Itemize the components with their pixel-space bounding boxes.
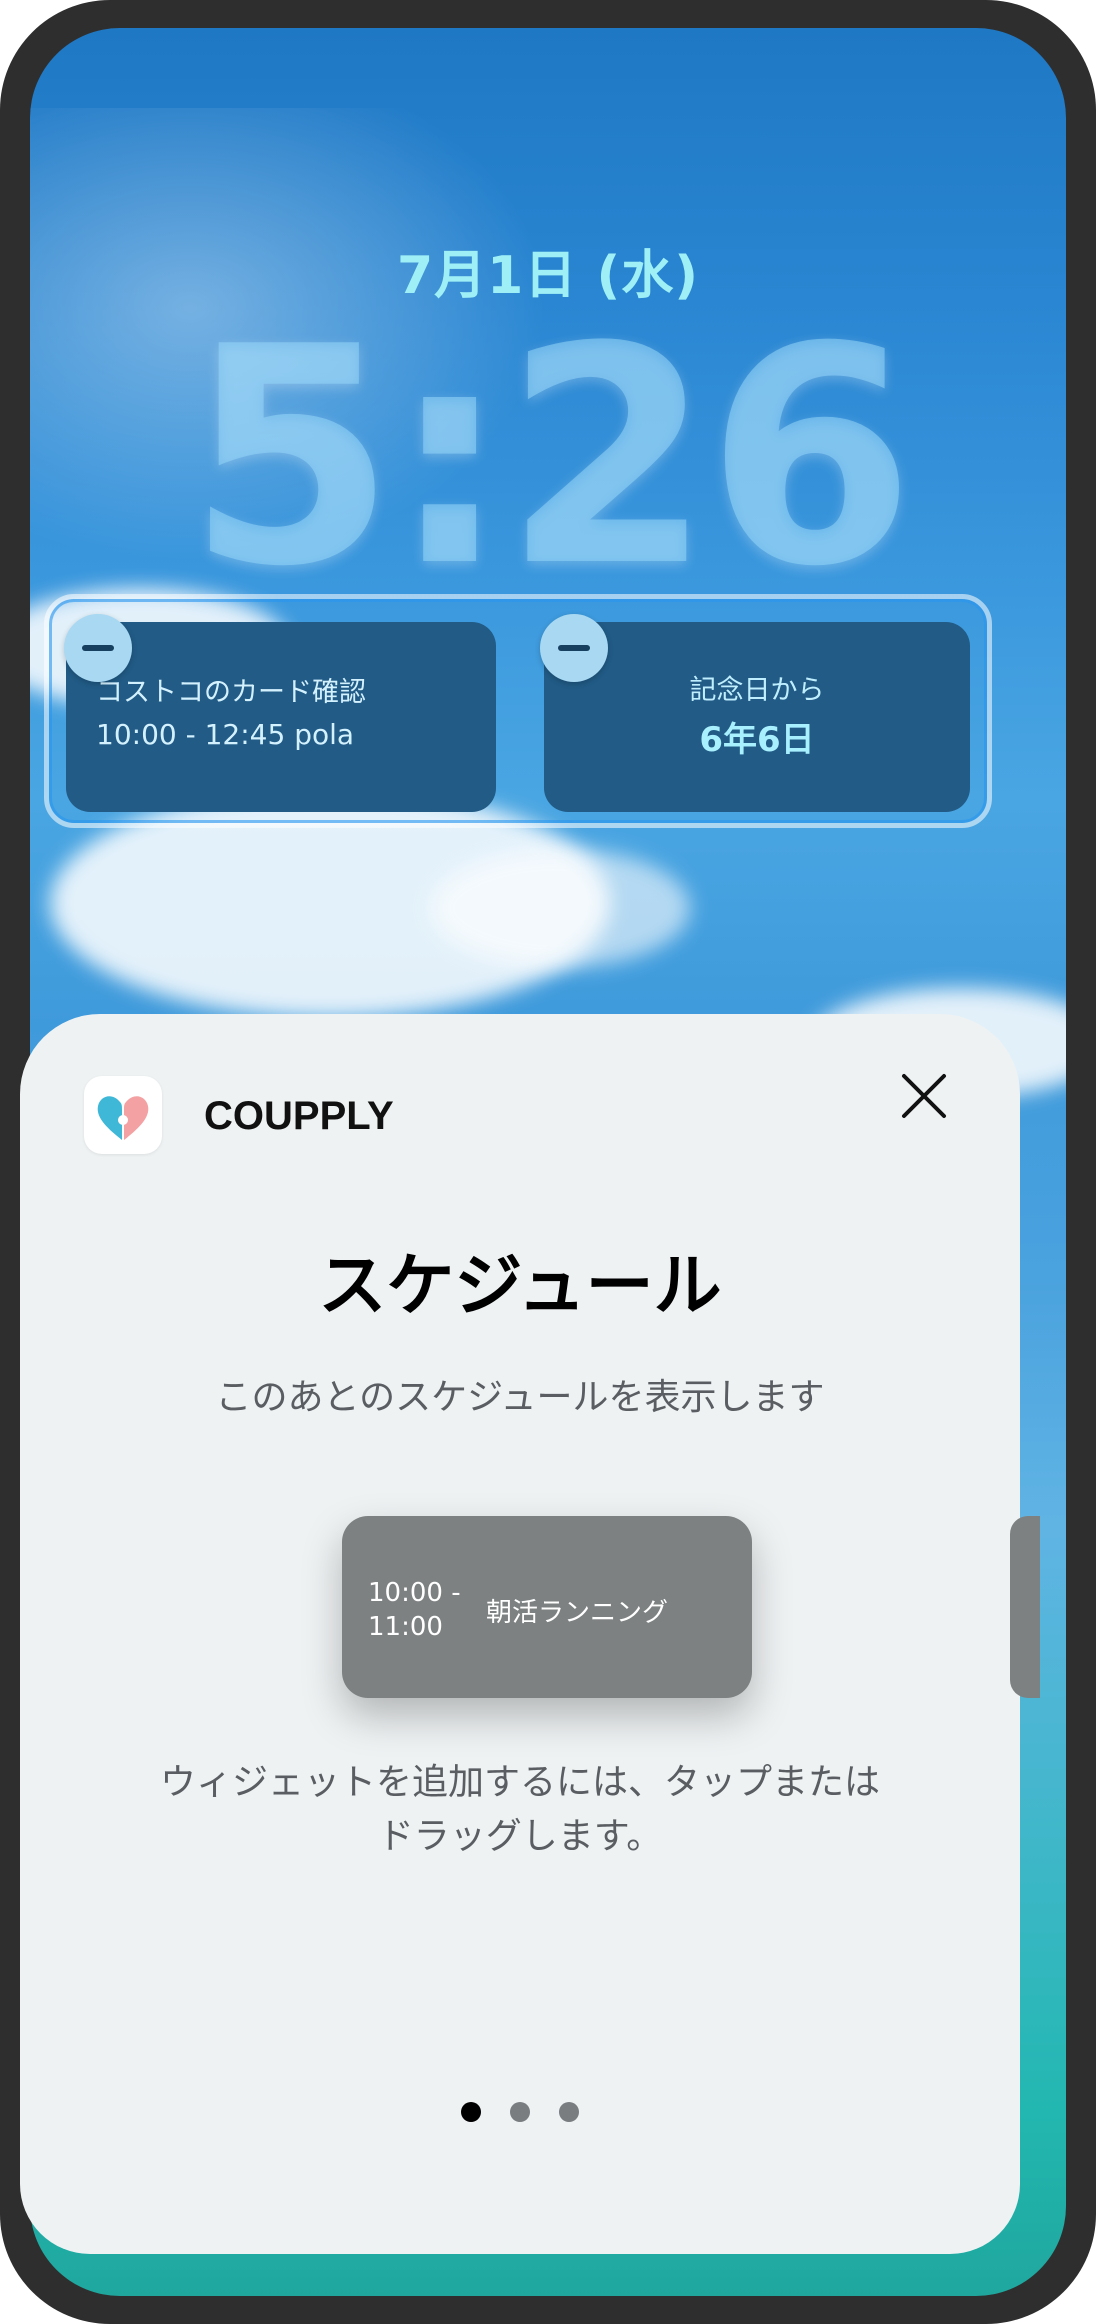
preview-time: 10:00 - 11:00 [368,1576,478,1644]
widget-preview[interactable]: 10:00 - 11:00 朝活ランニング [342,1516,752,1698]
phone-frame: 7月1日 (水) 5:26 コストコのカード確認 10:00 - 12:45 p… [0,0,1096,2324]
app-icon [84,1076,162,1154]
sheet-title: スケジュール [318,1247,722,1326]
preview-event-title: 朝活ランニング [486,1598,669,1628]
hint-line-1: ウィジェットを追加するには、タップまたは [159,1762,880,1803]
page-dot-2[interactable] [510,2102,530,2122]
app-name: COUPPLY [204,1094,394,1138]
close-button[interactable] [894,1066,954,1126]
preview-time-start: 10:00 - [368,1578,461,1608]
widget-gallery-sheet: COUPPLY スケジュール このあとのスケジュールを表示します 10:00 -… [20,1014,1040,2254]
widget-event-time: 10:00 - 12:45 pola [96,718,355,751]
sheet-description: このあとのスケジュールを表示します [215,1377,825,1418]
widget-event-title: コストコのカード確認 [96,677,366,708]
lock-time: 5:26 [186,283,915,632]
hint-line-2: ドラッグします。 [377,1816,663,1857]
widget-anniversary-value: 6年6日 [699,720,815,760]
page-dot-3[interactable] [559,2102,580,2122]
remove-widget-button[interactable] [64,614,132,682]
widget-anniversary-label: 記念日から [689,675,825,706]
remove-widget-button[interactable] [540,614,608,682]
next-widget-preview[interactable] [1010,1516,1040,1698]
heart-logo-icon [97,1096,149,1140]
page-indicator[interactable] [20,2102,1020,2126]
close-icon [902,1074,946,1118]
preview-time-end: 11:00 [368,1612,443,1642]
add-widget-hint: ウィジェットを追加するには、タップまたは ドラッグします。 [80,1756,960,1864]
wallpaper-cloud [430,848,690,968]
page-dot-1[interactable] [460,2102,481,2122]
